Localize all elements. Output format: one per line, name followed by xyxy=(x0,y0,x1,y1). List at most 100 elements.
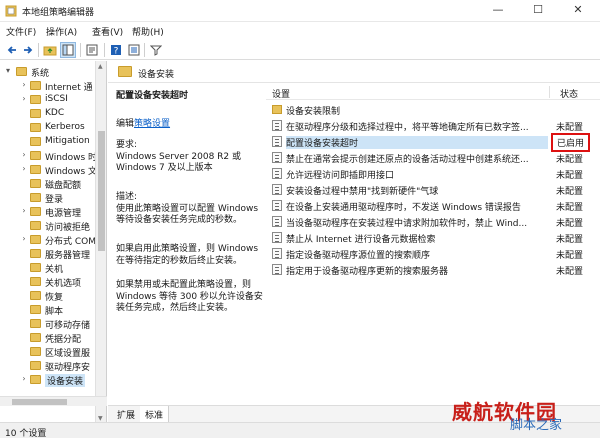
column-header-setting[interactable]: 设置 xyxy=(272,87,290,100)
tree-item[interactable]: 可移动存储 xyxy=(0,317,100,331)
tree-item[interactable]: 关机选项 xyxy=(0,275,100,289)
folder-icon xyxy=(30,305,41,314)
list-header: 设置 状态 xyxy=(266,84,600,100)
tree-item-system[interactable]: ▾ 系统 xyxy=(0,65,100,79)
toolbar-separator xyxy=(104,43,105,57)
list-item[interactable]: 当设备驱动程序在安装过程中请求附加软件时，禁止 Wind... 未配置 xyxy=(266,214,600,229)
tree-item[interactable]: KDC xyxy=(0,107,100,121)
list-item[interactable]: 允许远程访问即插即用接口 未配置 xyxy=(266,166,600,181)
policy-setting-icon xyxy=(272,232,282,243)
menu-view[interactable]: 查看(V) xyxy=(92,25,123,38)
tree-item[interactable]: 驱动程序安 xyxy=(0,359,100,373)
list-item[interactable]: 设备安装限制 xyxy=(266,102,600,117)
setting-state: 未配置 xyxy=(556,251,584,261)
scrollbar-thumb[interactable] xyxy=(12,399,67,405)
policy-tree[interactable]: ▾ 系统 › Internet 通 › iSCSI KDC Kerberos M… xyxy=(0,61,107,424)
setting-state: 未配置 xyxy=(556,219,584,229)
properties-icon[interactable] xyxy=(126,42,142,58)
chevron-right-icon[interactable]: › xyxy=(20,164,28,173)
edit-policy-link[interactable]: 策略设置 xyxy=(134,119,170,129)
tree-item-label: Mitigation xyxy=(45,136,90,146)
scrollbar-thumb[interactable] xyxy=(98,131,105,251)
tree-item[interactable]: Mitigation xyxy=(0,135,100,149)
column-separator[interactable] xyxy=(549,86,550,98)
list-item[interactable]: 安装设备过程中禁用"找到新硬件"气球 未配置 xyxy=(266,182,600,197)
tree-item[interactable]: 磁盘配额 xyxy=(0,177,100,191)
forward-icon[interactable] xyxy=(20,42,36,58)
tree-item[interactable]: 区域设置服 xyxy=(0,345,100,359)
list-item-selected[interactable]: 配置设备安装超时 已启用 xyxy=(266,133,600,152)
tree-item[interactable]: Kerberos xyxy=(0,121,100,135)
tree-item-label: Windows 时 xyxy=(45,153,98,163)
tree-item[interactable]: › Windows 文 xyxy=(0,163,100,177)
chevron-right-icon[interactable]: › xyxy=(20,150,28,159)
minimize-button[interactable]: — xyxy=(478,0,518,22)
folder-icon xyxy=(30,109,41,118)
setting-name: 在驱动程序分级和选择过程中，将平等地确定所有已数字签... xyxy=(286,123,529,133)
setting-state: 未配置 xyxy=(556,187,584,197)
tree-item[interactable]: 登录 xyxy=(0,191,100,205)
if-disabled-text: 如果禁用或未配置此策略设置，则 Windows 等待 300 秒以允许设备安装任… xyxy=(116,280,263,313)
tree-item-label: 电源管理 xyxy=(45,209,82,219)
list-item[interactable]: 在驱动程序分级和选择过程中，将平等地确定所有已数字签... 未配置 xyxy=(266,118,600,133)
menu-action[interactable]: 操作(A) xyxy=(46,25,77,38)
scroll-up-icon[interactable]: ▲ xyxy=(98,63,103,70)
folder-icon xyxy=(30,207,41,216)
chevron-right-icon[interactable]: › xyxy=(20,206,28,215)
tree-item[interactable]: 访问被拒绝 xyxy=(0,219,100,233)
tree-item[interactable]: 脚本 xyxy=(0,303,100,317)
tree-item[interactable]: › Windows 时 xyxy=(0,149,100,163)
show-hide-tree-icon[interactable] xyxy=(60,42,76,58)
tree-item[interactable]: › 电源管理 xyxy=(0,205,100,219)
tree-item-label: 可移动存储 xyxy=(45,321,91,331)
setting-state: 未配置 xyxy=(556,235,584,245)
setting-name: 配置设备安装超时 xyxy=(286,136,548,149)
scroll-down-icon[interactable]: ▼ xyxy=(98,415,103,422)
back-icon[interactable] xyxy=(4,42,20,58)
policy-setting-icon xyxy=(272,248,282,259)
settings-list[interactable]: 设置 状态 设备安装限制 在驱动程序分级和选择过程中，将平等地确定所有已数字签.… xyxy=(266,84,600,404)
tree-item-label: 访问被拒绝 xyxy=(45,223,91,233)
folder-icon xyxy=(30,193,41,202)
chevron-right-icon[interactable]: › xyxy=(20,94,28,103)
tree-item[interactable]: › 分布式 COM xyxy=(0,233,100,247)
tree-item[interactable]: 服务器管理 xyxy=(0,247,100,261)
tree-vertical-scrollbar[interactable]: ▲ ▼ xyxy=(95,61,106,424)
tree-item-label: 服务器管理 xyxy=(45,251,91,261)
up-folder-icon[interactable] xyxy=(42,42,58,58)
tree-item-label: 分布式 COM xyxy=(45,237,96,247)
chevron-right-icon[interactable]: › xyxy=(20,80,28,89)
help-icon[interactable]: ? xyxy=(108,42,124,58)
folder-icon xyxy=(30,361,41,370)
tree-item-device-installation[interactable]: › 设备安装 xyxy=(0,373,100,387)
tree-item[interactable]: 恢复 xyxy=(0,289,100,303)
maximize-button[interactable]: ☐ xyxy=(518,0,558,22)
list-item[interactable]: 禁止在通常会提示创建还原点的设备活动过程中创建系统还... 未配置 xyxy=(266,150,600,165)
chevron-right-icon[interactable]: › xyxy=(20,234,28,243)
tree-item[interactable]: › Internet 通 xyxy=(0,79,100,93)
list-item[interactable]: 禁止从 Internet 进行设备元数据检索 未配置 xyxy=(266,230,600,245)
chevron-down-icon[interactable]: ▾ xyxy=(4,66,12,75)
tree-item[interactable]: 凭据分配 xyxy=(0,331,100,345)
filter-icon[interactable] xyxy=(148,42,164,58)
menu-file[interactable]: 文件(F) xyxy=(6,25,36,38)
tree-item[interactable]: 关机 xyxy=(0,261,100,275)
folder-icon xyxy=(30,263,41,272)
column-header-state[interactable]: 状态 xyxy=(560,87,578,100)
tree-item[interactable]: › iSCSI xyxy=(0,93,100,107)
tree-horizontal-scrollbar[interactable] xyxy=(0,396,107,406)
tree-item-label: Internet 通 xyxy=(45,83,93,93)
pane-title: 设备安装 xyxy=(138,70,175,80)
folder-icon xyxy=(30,165,41,174)
list-item[interactable]: 在设备上安装通用驱动程序时，不发送 Windows 错误报告 未配置 xyxy=(266,198,600,213)
list-item[interactable]: 指定设备驱动程序源位置的搜索顺序 未配置 xyxy=(266,246,600,261)
close-button[interactable]: ✕ xyxy=(558,0,598,22)
list-item[interactable]: 指定用于设备驱动程序更新的搜索服务器 未配置 xyxy=(266,262,600,277)
chevron-right-icon[interactable]: › xyxy=(20,374,28,383)
export-list-icon[interactable] xyxy=(84,42,100,58)
tab-extended[interactable]: 扩展 xyxy=(112,406,142,422)
title-bar: 本地组策略编辑器 — ☐ ✕ xyxy=(0,0,600,22)
menu-help[interactable]: 帮助(H) xyxy=(132,25,164,38)
tab-standard[interactable]: 标准 xyxy=(140,406,170,422)
folder-icon xyxy=(30,319,41,328)
